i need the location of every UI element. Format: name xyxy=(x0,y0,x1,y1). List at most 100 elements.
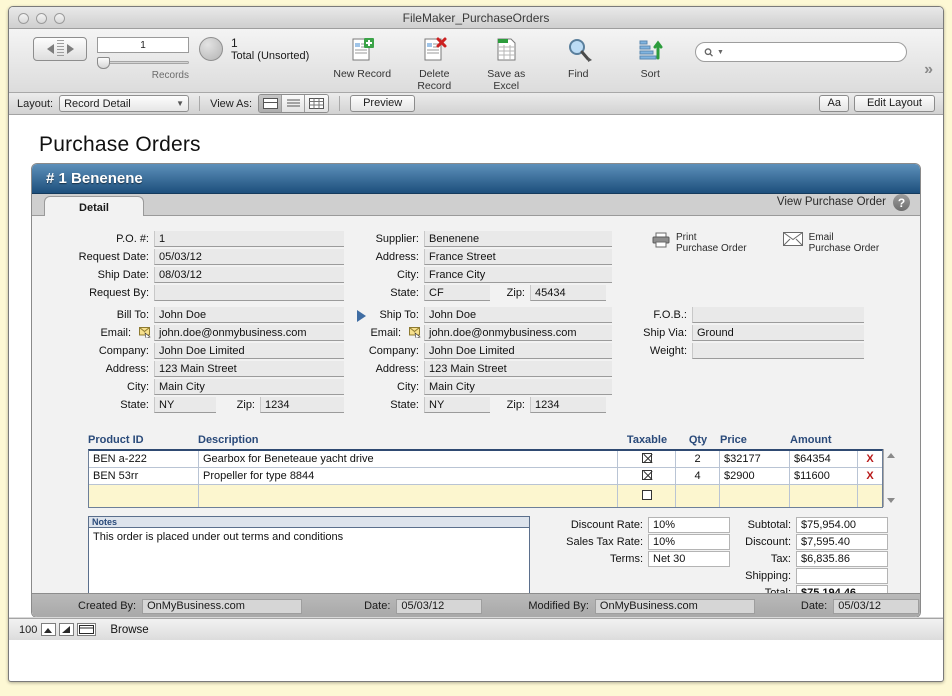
view-as-segmented[interactable] xyxy=(258,94,330,113)
record-number-field[interactable]: 1 xyxy=(97,37,189,53)
delete-line-button[interactable]: X xyxy=(858,451,882,467)
taxable-checkbox[interactable] xyxy=(641,490,652,500)
save-as-excel-button[interactable]: Save as Excel xyxy=(473,35,539,92)
shipping-total-field[interactable] xyxy=(796,567,888,584)
bill-email-field[interactable]: john.doe@onmybusiness.com xyxy=(154,324,344,341)
preview-button[interactable]: Preview xyxy=(350,95,416,112)
table-row[interactable]: BEN a-222 Gearbox for Beneteaue yacht dr… xyxy=(89,451,882,468)
bill-company-field[interactable]: John Doe Limited xyxy=(154,342,344,359)
bill-state-field[interactable]: NY xyxy=(154,396,216,413)
zoom-out-button[interactable] xyxy=(41,623,57,636)
view-table-button[interactable] xyxy=(305,95,329,112)
ship-city-field[interactable]: Main City xyxy=(424,378,612,395)
taxable-checkbox[interactable] xyxy=(641,470,652,480)
notes-text[interactable]: This order is placed under out terms and… xyxy=(89,528,529,546)
cell-description[interactable] xyxy=(199,485,618,507)
portal-scrollbar[interactable] xyxy=(883,449,895,507)
ship-state-field[interactable]: NY xyxy=(424,396,490,413)
ship-address-field[interactable]: 123 Main Street xyxy=(424,360,612,377)
search-box[interactable]: ▼ xyxy=(695,42,908,62)
find-button[interactable]: Find xyxy=(545,35,611,80)
slider-knob[interactable] xyxy=(97,57,110,69)
ship-via-field[interactable]: Ground xyxy=(692,324,864,341)
sort-button[interactable]: Sort xyxy=(617,35,683,80)
taxable-checkbox[interactable] xyxy=(641,453,652,463)
bill-zip-field[interactable]: 1234 xyxy=(260,396,344,413)
cell-taxable[interactable] xyxy=(618,468,676,484)
notes-panel[interactable]: Notes This order is placed under out ter… xyxy=(88,516,530,600)
record-slider[interactable] xyxy=(97,57,189,69)
table-row[interactable] xyxy=(89,485,882,507)
delete-line-button[interactable]: X xyxy=(858,468,882,484)
cell-taxable[interactable] xyxy=(618,451,676,467)
delete-line-button[interactable] xyxy=(858,485,882,507)
ship-email-field[interactable]: john.doe@onmybusiness.com xyxy=(424,324,612,341)
window-controls[interactable] xyxy=(18,13,65,24)
mode-indicator[interactable]: Browse xyxy=(110,624,148,636)
next-record-icon[interactable] xyxy=(66,44,74,54)
ship-to-field[interactable]: John Doe xyxy=(424,306,612,323)
print-purchase-order-button[interactable]: Print Purchase Order xyxy=(652,232,747,254)
cell-product-id[interactable]: BEN a-222 xyxy=(89,451,199,467)
cell-qty[interactable] xyxy=(676,485,720,507)
search-input[interactable] xyxy=(726,45,899,59)
cell-qty[interactable]: 2 xyxy=(676,451,720,467)
ship-date-field[interactable]: 08/03/12 xyxy=(154,266,344,283)
scroll-down-icon[interactable] xyxy=(887,498,895,503)
cell-description[interactable]: Gearbox for Beneteaue yacht drive xyxy=(199,451,618,467)
bill-city-field[interactable]: Main City xyxy=(154,378,344,395)
view-list-button[interactable] xyxy=(282,95,306,112)
delete-record-button[interactable]: Delete Record xyxy=(401,35,467,92)
layout-select[interactable]: Record Detail ▼ xyxy=(59,95,190,112)
cell-price[interactable]: $2900 xyxy=(720,468,790,484)
edit-layout-button[interactable]: Edit Layout xyxy=(853,95,935,112)
zoom-controls[interactable] xyxy=(41,623,97,636)
discount-rate-field[interactable]: 10% xyxy=(648,516,730,533)
ship-zip-field[interactable]: 1234 xyxy=(530,396,606,413)
email-purchase-order-button[interactable]: Email Purchase Order xyxy=(782,232,879,254)
table-row[interactable]: BEN 53rr Propeller for type 8844 4 $2900… xyxy=(89,468,882,485)
supplier-address-field[interactable]: France Street xyxy=(424,248,612,265)
cell-taxable[interactable] xyxy=(618,485,676,507)
po-number-field[interactable]: 1 xyxy=(154,230,344,247)
ship-company-field[interactable]: John Doe Limited xyxy=(424,342,612,359)
supplier-city-field[interactable]: France City xyxy=(424,266,612,283)
cell-product-id[interactable] xyxy=(89,485,199,507)
search-dropdown-icon[interactable]: ▼ xyxy=(717,49,724,56)
cell-price[interactable]: $32177 xyxy=(720,451,790,467)
close-button[interactable] xyxy=(18,13,29,24)
weight-field[interactable] xyxy=(692,342,864,359)
help-icon[interactable]: ? xyxy=(893,194,910,211)
bill-address-field[interactable]: 123 Main Street xyxy=(154,360,344,377)
minimize-button[interactable] xyxy=(36,13,47,24)
cell-product-id[interactable]: BEN 53rr xyxy=(89,468,199,484)
toggle-status-area-button[interactable] xyxy=(77,623,97,636)
new-record-button[interactable]: New Record xyxy=(329,35,395,80)
cell-qty[interactable]: 4 xyxy=(676,468,720,484)
supplier-state-field[interactable]: CF xyxy=(424,284,490,301)
supplier-field[interactable]: Benenene xyxy=(424,230,612,247)
chevron-down-icon[interactable]: ▼ xyxy=(176,99,184,108)
toolbar-overflow-icon[interactable]: » xyxy=(924,61,933,79)
request-by-field[interactable] xyxy=(154,284,344,301)
view-purchase-order-link[interactable]: View Purchase Order xyxy=(777,196,886,208)
record-flipper[interactable] xyxy=(33,37,87,61)
previous-record-icon[interactable] xyxy=(46,44,54,54)
scroll-up-icon[interactable] xyxy=(887,453,895,458)
record-slider-group: 1 Records xyxy=(97,37,189,81)
email-note-icon-ship[interactable] xyxy=(408,327,422,338)
email-note-icon[interactable] xyxy=(138,327,152,338)
fob-field[interactable] xyxy=(692,306,864,323)
sales-tax-rate-field[interactable]: 10% xyxy=(648,533,730,550)
supplier-zip-field[interactable]: 45434 xyxy=(530,284,606,301)
text-format-button[interactable]: Aa xyxy=(819,95,849,112)
tab-detail[interactable]: Detail xyxy=(44,196,144,218)
request-date-field[interactable]: 05/03/12 xyxy=(154,248,344,265)
terms-field[interactable]: Net 30 xyxy=(648,550,730,567)
zoom-button[interactable] xyxy=(54,13,65,24)
zoom-in-button[interactable] xyxy=(59,623,75,636)
bill-to-field[interactable]: John Doe xyxy=(154,306,344,323)
cell-price[interactable] xyxy=(720,485,790,507)
view-form-button[interactable] xyxy=(259,95,283,112)
cell-description[interactable]: Propeller for type 8844 xyxy=(199,468,618,484)
